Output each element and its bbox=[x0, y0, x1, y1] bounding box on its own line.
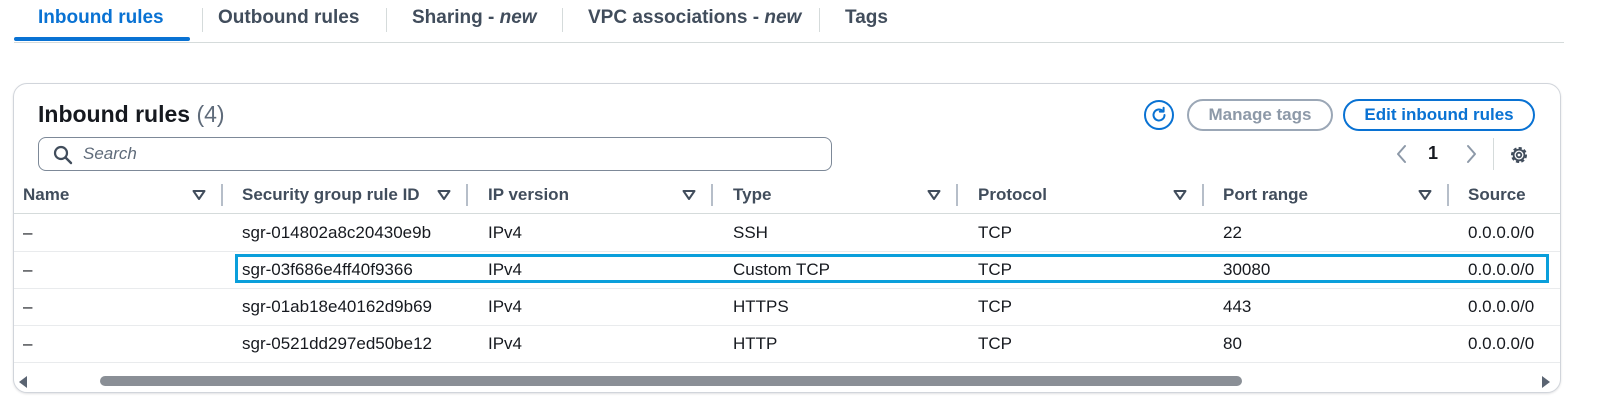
table-row[interactable]: – sgr-014802a8c20430e9b IPv4 SSH TCP 22 … bbox=[14, 214, 1560, 252]
column-divider[interactable] bbox=[956, 184, 958, 206]
cell-source: 0.0.0.0/0 bbox=[1468, 223, 1535, 242]
column-divider[interactable] bbox=[221, 184, 223, 206]
pager-divider bbox=[1493, 138, 1494, 170]
tab-label: Tags bbox=[845, 7, 888, 28]
column-header-rule-id[interactable]: Security group rule ID bbox=[242, 185, 420, 205]
tab-tags[interactable]: Tags bbox=[845, 7, 888, 33]
cell-port-range: 443 bbox=[1223, 297, 1252, 316]
cell-protocol: TCP bbox=[978, 223, 1012, 242]
cell-ip-version: IPv4 bbox=[488, 334, 523, 353]
tab-bar: Inbound rules Outbound rules Sharing - n… bbox=[14, 0, 1564, 43]
column-header-ip-version[interactable]: IP version bbox=[488, 185, 569, 205]
cell-type: SSH bbox=[733, 223, 768, 242]
tab-outbound-rules[interactable]: Outbound rules bbox=[218, 7, 359, 33]
column-header-name[interactable]: Name bbox=[23, 185, 69, 205]
cell-port-range: 80 bbox=[1223, 334, 1242, 353]
rule-count: (4) bbox=[196, 101, 225, 127]
cell-type: HTTPS bbox=[733, 297, 789, 316]
cell-type: Custom TCP bbox=[733, 260, 830, 279]
tab-label-new: new bbox=[499, 7, 537, 28]
cell-rule-id: sgr-03f686e4ff40f9366 bbox=[242, 260, 413, 279]
cell-rule-id: sgr-01ab18e40162d9b69 bbox=[242, 297, 433, 316]
table-row[interactable]: – sgr-01ab18e40162d9b69 IPv4 HTTPS TCP 4… bbox=[14, 288, 1560, 326]
cell-type: HTTP bbox=[733, 334, 778, 353]
cell-name: – bbox=[23, 334, 33, 353]
column-header-type[interactable]: Type bbox=[733, 185, 771, 205]
cell-protocol: TCP bbox=[978, 334, 1012, 353]
tab-label: VPC associations - bbox=[588, 7, 765, 28]
refresh-icon bbox=[1152, 106, 1166, 122]
panel-title-text: Inbound rules bbox=[38, 101, 191, 127]
tab-divider bbox=[819, 8, 820, 32]
edit-inbound-rules-button[interactable]: Edit inbound rules bbox=[1343, 99, 1535, 131]
panel-title: Inbound rules (4) bbox=[38, 101, 225, 128]
tab-label: Sharing - bbox=[412, 7, 500, 28]
column-divider[interactable] bbox=[466, 184, 468, 206]
tab-divider bbox=[386, 8, 387, 32]
sort-down-icon[interactable] bbox=[927, 189, 941, 201]
tab-inbound-rules[interactable]: Inbound rules bbox=[38, 7, 164, 33]
scroll-left-arrow-icon[interactable] bbox=[19, 376, 27, 388]
search-icon bbox=[53, 145, 73, 165]
sort-down-icon[interactable] bbox=[437, 189, 451, 201]
sort-down-icon[interactable] bbox=[682, 189, 696, 201]
column-divider[interactable] bbox=[1447, 184, 1449, 206]
column-header-source[interactable]: Source bbox=[1468, 185, 1526, 205]
search-box bbox=[38, 137, 832, 171]
horizontal-scrollbar[interactable] bbox=[14, 372, 1560, 390]
table-row[interactable]: – sgr-0521dd297ed50be12 IPv4 HTTP TCP 80… bbox=[14, 325, 1560, 363]
gear-icon[interactable] bbox=[1508, 144, 1530, 166]
tab-sharing[interactable]: Sharing - new bbox=[412, 7, 537, 33]
sort-down-icon[interactable] bbox=[192, 189, 206, 201]
table-row[interactable]: – sgr-03f686e4ff40f9366 IPv4 Custom TCP … bbox=[14, 251, 1560, 289]
cell-name: – bbox=[23, 297, 33, 316]
chevron-right-icon[interactable] bbox=[1463, 143, 1479, 165]
column-header-port-range[interactable]: Port range bbox=[1223, 185, 1308, 205]
cell-ip-version: IPv4 bbox=[488, 260, 523, 279]
scroll-right-arrow-icon[interactable] bbox=[1542, 376, 1550, 388]
cell-protocol: TCP bbox=[978, 297, 1012, 316]
cell-ip-version: IPv4 bbox=[488, 223, 523, 242]
search-input[interactable] bbox=[83, 140, 813, 168]
cell-ip-version: IPv4 bbox=[488, 297, 523, 316]
manage-tags-button[interactable]: Manage tags bbox=[1187, 99, 1333, 131]
cell-rule-id: sgr-014802a8c20430e9b bbox=[242, 223, 432, 242]
cell-port-range: 30080 bbox=[1223, 260, 1271, 279]
tab-vpc-associations[interactable]: VPC associations - new bbox=[588, 7, 801, 33]
tab-divider bbox=[202, 8, 203, 32]
column-divider[interactable] bbox=[1202, 184, 1204, 206]
table-header: Name Security group rule ID IP version T… bbox=[14, 177, 1560, 214]
tab-label: Inbound rules bbox=[38, 7, 164, 28]
cell-name: – bbox=[23, 223, 33, 242]
chevron-left-icon[interactable] bbox=[1394, 143, 1410, 165]
inbound-rules-panel: Inbound rules (4) Manage tags Edit inbou… bbox=[13, 83, 1561, 393]
scrollbar-thumb[interactable] bbox=[100, 376, 1242, 386]
sort-down-icon[interactable] bbox=[1173, 189, 1187, 201]
tab-divider bbox=[562, 8, 563, 32]
cell-protocol: TCP bbox=[978, 260, 1012, 279]
active-tab-indicator bbox=[14, 37, 190, 41]
cell-name: – bbox=[23, 260, 33, 279]
tab-label-new: new bbox=[764, 7, 802, 28]
cell-source: 0.0.0.0/0 bbox=[1468, 260, 1535, 279]
refresh-button[interactable] bbox=[1144, 100, 1174, 130]
page-number[interactable]: 1 bbox=[1428, 143, 1438, 164]
cell-source: 0.0.0.0/0 bbox=[1468, 297, 1535, 316]
cell-source: 0.0.0.0/0 bbox=[1468, 334, 1535, 353]
tab-label: Outbound rules bbox=[218, 7, 360, 28]
column-divider[interactable] bbox=[711, 184, 713, 206]
cell-port-range: 22 bbox=[1223, 223, 1242, 242]
column-header-protocol[interactable]: Protocol bbox=[978, 185, 1047, 205]
cell-rule-id: sgr-0521dd297ed50be12 bbox=[242, 334, 433, 353]
sort-down-icon[interactable] bbox=[1418, 189, 1432, 201]
